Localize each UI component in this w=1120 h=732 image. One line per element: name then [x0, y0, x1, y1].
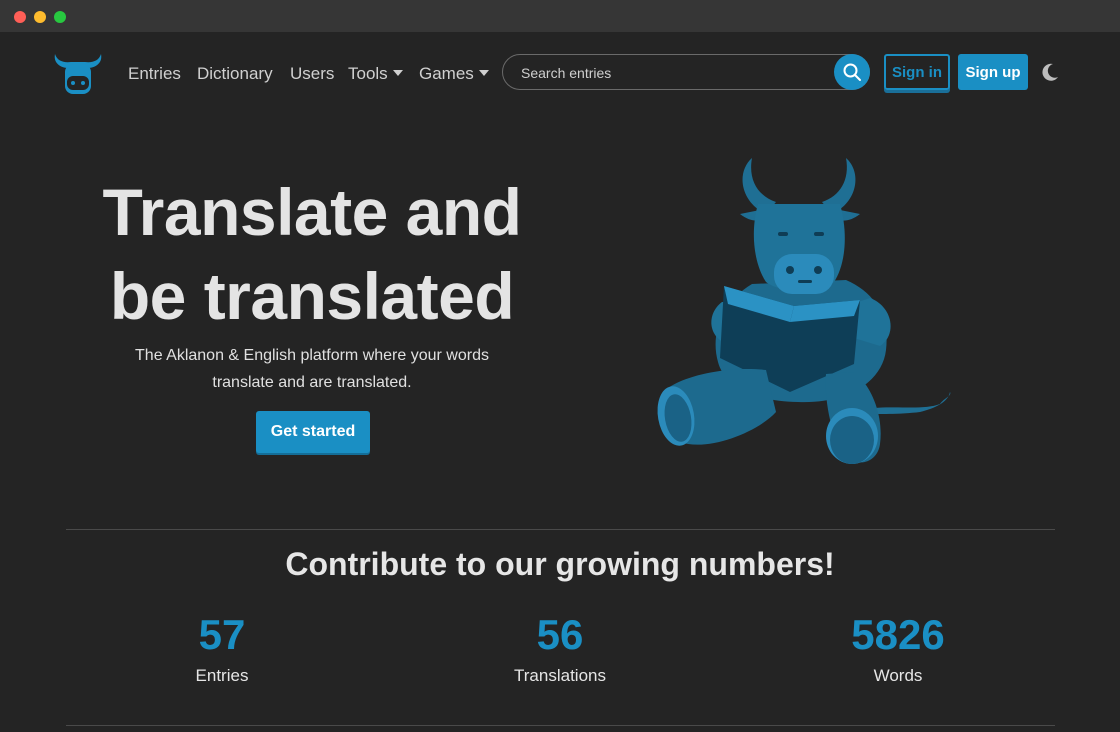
chevron-down-icon: [392, 69, 403, 76]
nav-tools-label: Tools: [348, 64, 388, 83]
search-input[interactable]: [519, 55, 823, 91]
divider-bottom: [66, 725, 1055, 726]
divider-top: [66, 529, 1055, 530]
nav-entries-link[interactable]: Entries: [128, 64, 181, 84]
sign-up-button[interactable]: Sign up: [958, 54, 1028, 90]
nav-dictionary-link[interactable]: Dictionary: [197, 64, 273, 84]
stat-words-value: 5826: [851, 611, 945, 658]
nav-games-dropdown[interactable]: Games: [419, 64, 489, 84]
stat-words-label: Words: [873, 666, 923, 685]
sign-in-button[interactable]: Sign in: [884, 54, 950, 90]
stat-translations: 56 Translations: [460, 608, 660, 686]
search-icon: [843, 63, 861, 81]
bull-head-icon[interactable]: [52, 50, 104, 96]
window-titlebar: [0, 0, 1120, 32]
stat-translations-value: 56: [536, 611, 584, 658]
search-button[interactable]: [834, 54, 870, 90]
top-navbar: Entries Dictionary Users Tools Games Sig…: [0, 32, 1120, 114]
get-started-button[interactable]: Get started: [256, 411, 370, 453]
chevron-down-icon: [478, 69, 489, 76]
nav-tools-dropdown[interactable]: Tools: [348, 64, 403, 84]
bull-reading-book-illustration: [657, 158, 951, 464]
close-window-button[interactable]: [14, 11, 26, 23]
search-bar: [502, 54, 870, 91]
nav-games-label: Games: [419, 64, 474, 83]
maximize-window-button[interactable]: [54, 11, 66, 23]
minimize-window-button[interactable]: [34, 11, 46, 23]
stat-translations-label: Translations: [514, 666, 606, 685]
stat-entries-value: 57: [198, 611, 246, 658]
hero-subtitle: The Aklanon & English platform where you…: [135, 347, 489, 391]
stats-title: Contribute to our growing numbers!: [285, 546, 835, 582]
stat-words: 5826 Words: [798, 608, 998, 686]
nav-users-link[interactable]: Users: [290, 64, 334, 84]
moon-icon[interactable]: [1040, 62, 1060, 82]
stat-entries: 57 Entries: [122, 608, 322, 686]
stat-entries-label: Entries: [195, 666, 249, 685]
browser-window: Entries Dictionary Users Tools Games Sig…: [0, 0, 1120, 732]
hero-title: Translate and be translated: [102, 175, 523, 333]
